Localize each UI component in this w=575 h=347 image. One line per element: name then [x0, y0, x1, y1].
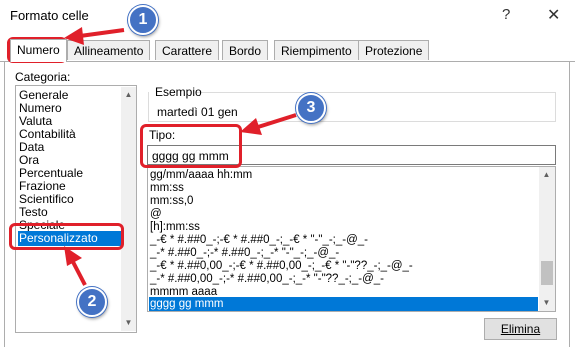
format-item[interactable]: _-* #.##0,00_-;-* #.##0,00_-;_-* "-"??_-…	[150, 273, 384, 286]
tab-strip: Numero Allineamento Carattere Bordo Riem…	[0, 39, 575, 62]
scroll-down-icon[interactable]: ▼	[121, 315, 136, 331]
format-item[interactable]: @	[150, 208, 162, 221]
categoria-scrollbar[interactable]: ▲ ▼	[121, 87, 136, 331]
tab-allineamento[interactable]: Allineamento	[67, 40, 151, 60]
tab-numero[interactable]: Numero	[10, 39, 67, 62]
esempio-value: martedì 01 gen	[157, 105, 238, 119]
help-icon[interactable]: ?	[502, 6, 510, 23]
scroll-thumb[interactable]	[541, 261, 553, 285]
tab-riempimento[interactable]: Riempimento	[274, 40, 359, 60]
highlight-tipo	[140, 124, 242, 168]
scroll-down-icon[interactable]: ▼	[539, 295, 554, 311]
format-item-selected[interactable]: gggg gg mmm	[149, 297, 538, 311]
dialog-title: Formato celle	[10, 8, 89, 23]
esempio-group-line	[196, 92, 556, 93]
format-item[interactable]: mm:ss	[150, 182, 184, 195]
tab-protezione[interactable]: Protezione	[358, 40, 430, 60]
elimina-button[interactable]: Elimina	[484, 318, 557, 340]
categoria-label: Categoria:	[15, 70, 71, 84]
title-bar: Formato celle ? ✕	[0, 0, 575, 32]
callout-3: 3	[296, 93, 326, 123]
format-item[interactable]: [h]:mm:ss	[150, 221, 200, 234]
elimina-button-label: Elimina	[500, 322, 541, 336]
scroll-up-icon[interactable]: ▲	[539, 167, 554, 183]
highlight-personalizzato	[9, 223, 124, 250]
tipo-format-list[interactable]: gg/mm/aaaa hh:mm mm:ss mm:ss,0 @ [h]:mm:…	[147, 166, 556, 312]
callout-2: 2	[77, 287, 107, 317]
categoria-list[interactable]: Generale Numero Valuta Contabilità Data …	[15, 85, 137, 333]
format-item[interactable]: gg/mm/aaaa hh:mm	[150, 169, 252, 182]
format-item[interactable]: mm:ss,0	[150, 195, 193, 208]
tab-carattere[interactable]: Carattere	[155, 40, 220, 60]
format-item[interactable]: _-* #.##0_-;-* #.##0_-;_-* "-"_-;_-@_-	[150, 247, 339, 260]
close-icon[interactable]: ✕	[547, 5, 560, 25]
scroll-up-icon[interactable]: ▲	[121, 87, 136, 103]
format-item[interactable]: _-€ * #.##0_-;-€ * #.##0_-;_-€ * "-"_-;_…	[150, 234, 368, 247]
format-list-scrollbar[interactable]: ▲ ▼	[539, 167, 555, 311]
tab-bordo[interactable]: Bordo	[222, 40, 269, 60]
callout-1: 1	[128, 5, 158, 35]
format-item[interactable]: _-€ * #.##0,00_-;-€ * #.##0,00_-;_-€ * "…	[150, 260, 413, 273]
esempio-label: Esempio	[155, 85, 202, 99]
